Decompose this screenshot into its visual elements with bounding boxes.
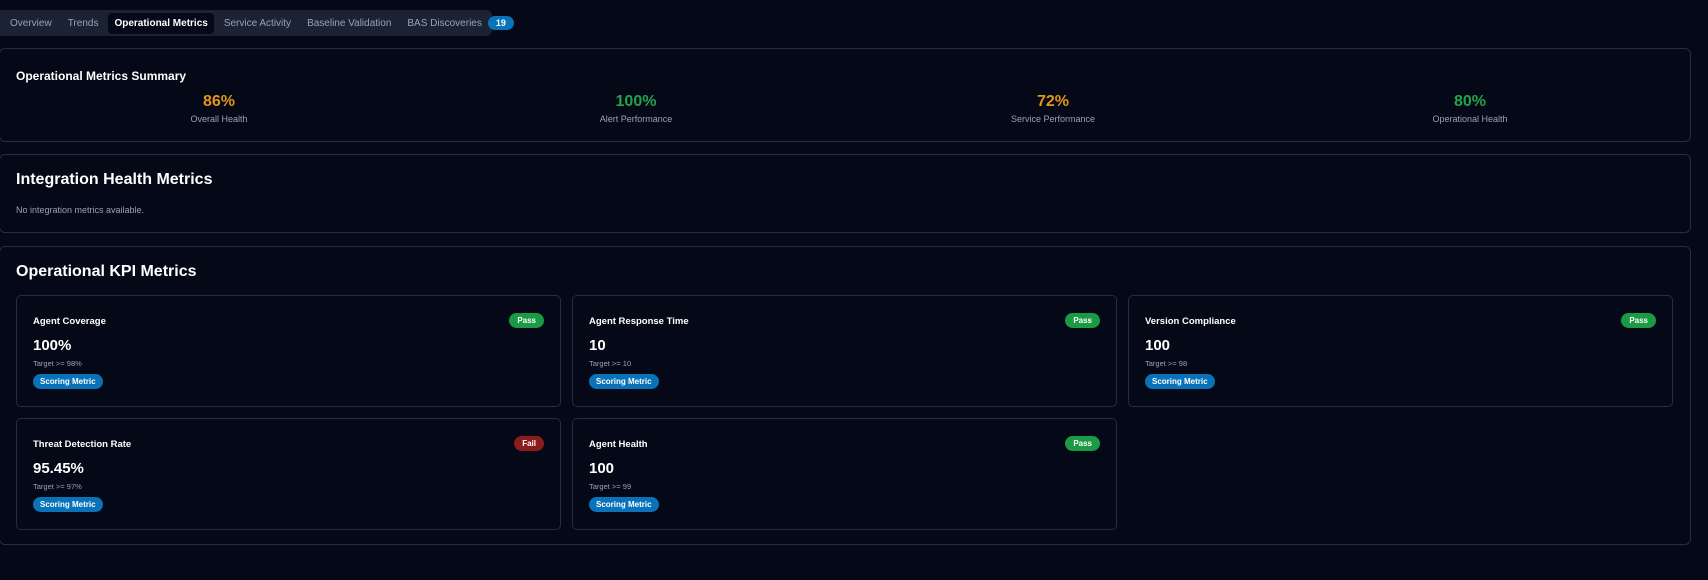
kpi-value: 95.45% [33,460,84,477]
tab-bas-discoveries[interactable]: BAS Discoveries 19 [401,11,519,35]
tab-operational-metrics[interactable]: Operational Metrics [108,12,214,34]
tab-label: Overview [10,17,52,29]
kpi-target: Target >= 99 [589,482,632,491]
kpi-name: Threat Detection Rate [33,439,132,450]
kpi-card-agent-health: Agent Health Pass 100 Target >= 99 Scori… [572,418,1117,530]
metric-value: 80% [1453,93,1487,110]
metric-overall-health: 86% Overall Health [119,93,319,124]
status-badge: Fail [514,436,544,451]
tab-label: Trends [67,17,99,29]
kpi-name: Agent Health [589,439,648,450]
kpi-value: 100% [33,337,72,354]
kpi-name: Agent Coverage [33,316,106,327]
empty-state-text: No integration metrics available. [16,205,145,215]
tab-bar: Overview Trends Operational Metrics Serv… [0,10,514,36]
tab-overview[interactable]: Overview [4,13,58,34]
kpi-name: Agent Response Time [589,316,689,327]
kpi-target: Target >= 10 [589,359,632,368]
tab-label: BAS Discoveries [407,17,482,29]
status-badge: Pass [1065,436,1100,451]
status-badge: Pass [509,313,544,328]
kpi-card-threat-detection-rate: Threat Detection Rate Fail 95.45% Target… [16,418,561,530]
tab-label: Baseline Validation [307,17,392,29]
scoring-metric-tag: Scoring Metric [33,374,103,389]
scoring-metric-tag: Scoring Metric [589,497,659,512]
count-badge: 19 [487,16,514,30]
kpi-target: Target >= 97% [33,482,82,491]
kpi-name: Version Compliance [1145,316,1236,327]
metric-value: 100% [615,93,657,110]
kpi-title: Operational KPI Metrics [16,263,197,280]
summary-title: Operational Metrics Summary [16,69,187,83]
metric-label: Operational Health [1432,114,1508,124]
tab-service-activity[interactable]: Service Activity [218,13,297,34]
metric-label: Alert Performance [599,114,673,124]
kpi-card-agent-response-time: Agent Response Time Pass 10 Target >= 10… [572,295,1117,407]
metric-label: Overall Health [190,114,248,124]
metric-service-performance: 72% Service Performance [953,93,1153,124]
integration-title: Integration Health Metrics [16,171,213,188]
metric-label: Service Performance [1010,114,1096,124]
scoring-metric-tag: Scoring Metric [33,497,103,512]
tab-label: Service Activity [223,17,292,29]
scoring-metric-tag: Scoring Metric [589,374,659,389]
metric-alert-performance: 100% Alert Performance [536,93,736,124]
summary-card: Operational Metrics Summary 86% Overall … [0,48,1691,142]
kpi-value: 10 [589,337,606,354]
kpi-target: Target >= 98 [1145,359,1188,368]
metric-operational-health: 80% Operational Health [1370,93,1570,124]
kpi-section: Operational KPI Metrics Agent Coverage P… [0,246,1691,545]
tab-label: Operational Metrics [114,17,208,29]
scoring-metric-tag: Scoring Metric [1145,374,1215,389]
kpi-card-version-compliance: Version Compliance Pass 100 Target >= 98… [1128,295,1673,407]
tab-trends[interactable]: Trends [62,13,105,34]
kpi-card-agent-coverage: Agent Coverage Pass 100% Target >= 98% S… [16,295,561,407]
metric-value: 86% [202,93,236,110]
integration-card: Integration Health Metrics No integratio… [0,154,1691,233]
kpi-value: 100 [589,460,615,477]
kpi-target: Target >= 98% [33,359,82,368]
metric-value: 72% [1036,93,1070,110]
tab-baseline-validation[interactable]: Baseline Validation [301,13,397,34]
kpi-value: 100 [1145,337,1171,354]
status-badge: Pass [1621,313,1656,328]
status-badge: Pass [1065,313,1100,328]
